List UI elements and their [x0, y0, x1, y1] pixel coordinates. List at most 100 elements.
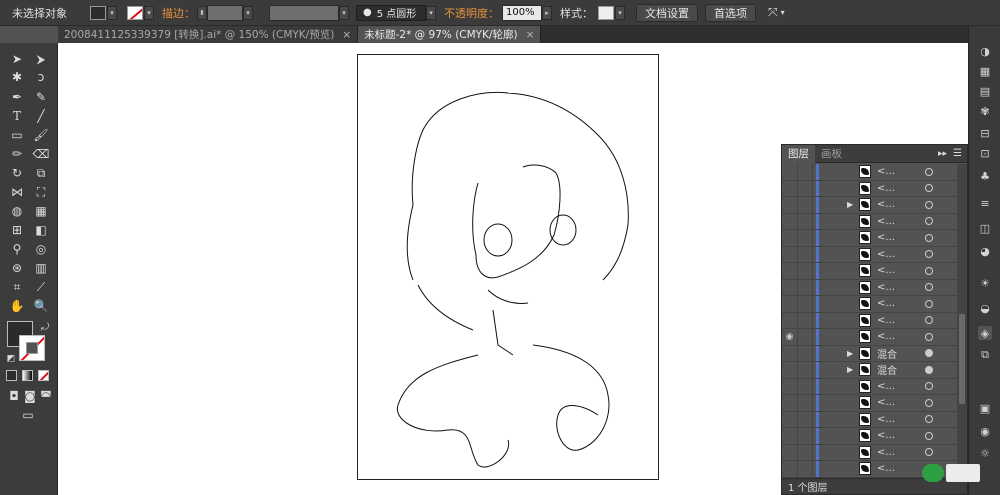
- target-circle-icon[interactable]: [925, 398, 933, 407]
- draw-normal-icon[interactable]: ◘: [6, 388, 22, 404]
- visibility-toggle-icon[interactable]: [782, 197, 798, 213]
- visibility-toggle-icon[interactable]: [782, 246, 798, 262]
- graphic-style-swatch[interactable]: [598, 5, 614, 20]
- visibility-toggle-icon[interactable]: [782, 279, 798, 295]
- layer-name[interactable]: <...: [877, 183, 921, 194]
- gradient-tool-icon[interactable]: ◧: [33, 222, 49, 238]
- visibility-toggle-icon[interactable]: [782, 362, 798, 378]
- align-icon[interactable]: ⊟: [978, 126, 992, 140]
- pen-tool-icon[interactable]: ✒: [9, 89, 25, 105]
- target-circle-icon[interactable]: [925, 332, 933, 341]
- layer-name[interactable]: <...: [877, 463, 921, 474]
- line-tool-icon[interactable]: ╱: [33, 108, 49, 124]
- artboard[interactable]: [357, 54, 659, 480]
- fill-swatch[interactable]: [90, 5, 106, 20]
- symbol-sprayer-icon[interactable]: ⊛: [9, 260, 25, 276]
- draw-behind-icon[interactable]: ◙: [22, 388, 38, 404]
- arrange-documents-icon[interactable]: ⤧: [768, 5, 778, 20]
- layer-row[interactable]: <...: [782, 428, 957, 445]
- visibility-toggle-icon[interactable]: [782, 411, 798, 427]
- layer-name[interactable]: <...: [877, 265, 921, 276]
- close-icon[interactable]: ×: [342, 29, 351, 41]
- layer-name[interactable]: <...: [877, 381, 921, 392]
- transparency-icon[interactable]: ◕: [978, 244, 992, 258]
- target-circle-icon[interactable]: [925, 250, 933, 259]
- target-circle-icon[interactable]: [925, 217, 933, 226]
- lock-toggle[interactable]: [798, 164, 813, 180]
- screen-mode-icon[interactable]: ▭: [18, 407, 38, 423]
- tab-layers[interactable]: 图层: [782, 144, 815, 163]
- stroke-panel-icon[interactable]: ≡: [978, 196, 992, 210]
- layer-row[interactable]: ▶ 混合: [782, 362, 957, 379]
- type-tool-icon[interactable]: T: [9, 108, 25, 124]
- blend-tool-icon[interactable]: ◎: [33, 241, 49, 257]
- visibility-toggle-icon[interactable]: [782, 164, 798, 180]
- layer-row[interactable]: <...: [782, 444, 957, 461]
- layer-name[interactable]: <...: [877, 298, 921, 309]
- gradient-mode-icon[interactable]: [22, 370, 33, 381]
- stroke-color-box[interactable]: [19, 335, 45, 361]
- pencil-icon[interactable]: ✏: [9, 146, 25, 162]
- rotate-tool-icon[interactable]: ↻: [9, 165, 25, 181]
- layer-row[interactable]: <...: [782, 230, 957, 247]
- opacity-field[interactable]: 100%: [502, 4, 542, 21]
- gradient-panel-icon[interactable]: ◫: [978, 221, 992, 235]
- target-circle-icon[interactable]: [925, 299, 933, 308]
- curvature-tool-icon[interactable]: ✎: [33, 89, 49, 105]
- direct-selection-tool-icon[interactable]: ⮞: [33, 51, 49, 67]
- target-circle-icon[interactable]: [925, 184, 933, 193]
- visibility-toggle-icon[interactable]: [782, 296, 798, 312]
- layer-row[interactable]: ▶ 混合: [782, 345, 957, 362]
- stroke-none-swatch[interactable]: [127, 5, 143, 20]
- appearance-icon[interactable]: ☀: [978, 276, 992, 290]
- document-setup-button[interactable]: 文档设置: [636, 3, 698, 22]
- layer-row[interactable]: <...: [782, 213, 957, 230]
- eyedropper-icon[interactable]: ⚲: [9, 241, 25, 257]
- layer-row[interactable]: <...: [782, 263, 957, 280]
- layer-name[interactable]: 混合: [877, 362, 921, 377]
- lock-toggle[interactable]: [798, 263, 813, 279]
- lock-toggle[interactable]: [798, 444, 813, 460]
- target-circle-icon[interactable]: [925, 200, 933, 209]
- mesh-tool-icon[interactable]: ⊞: [9, 222, 25, 238]
- arrange-dropdown-icon[interactable]: ▾: [781, 8, 785, 17]
- none-mode-icon[interactable]: [38, 370, 49, 381]
- tab-artboards[interactable]: 画板: [815, 146, 848, 161]
- layer-row[interactable]: <...: [782, 411, 957, 428]
- stroke-weight-dropdown[interactable]: ▾: [243, 5, 253, 20]
- stroke-dropdown[interactable]: ▾: [144, 5, 154, 20]
- visibility-toggle-icon[interactable]: [782, 461, 798, 477]
- layer-row[interactable]: <...: [782, 378, 957, 395]
- layer-row[interactable]: <...: [782, 164, 957, 181]
- preferences-button[interactable]: 首选项: [705, 3, 756, 22]
- visibility-toggle-icon[interactable]: [782, 345, 798, 361]
- column-graph-icon[interactable]: ▥: [33, 260, 49, 276]
- brush-dropdown[interactable]: ▾: [426, 5, 436, 20]
- layer-row[interactable]: ◉ <...: [782, 329, 957, 346]
- perspective-grid-icon[interactable]: ▦: [33, 203, 49, 219]
- free-transform-icon[interactable]: ⛶: [33, 184, 49, 200]
- lasso-icon[interactable]: ↄ: [33, 69, 49, 85]
- lock-toggle[interactable]: [798, 345, 813, 361]
- stroke-label[interactable]: 描边：: [162, 5, 195, 21]
- target-circle-icon[interactable]: [925, 382, 933, 391]
- visibility-toggle-icon[interactable]: [782, 213, 798, 229]
- target-circle-icon[interactable]: [925, 233, 933, 242]
- zoom-tool-icon[interactable]: 🔍: [33, 298, 49, 314]
- artboards-icon[interactable]: ⧉: [978, 348, 992, 362]
- stroke-weight-field[interactable]: [207, 4, 243, 21]
- transform-icon[interactable]: ▣: [978, 401, 992, 415]
- swap-fill-stroke-icon[interactable]: ⤾: [37, 319, 53, 335]
- artboard-tool-icon[interactable]: ⌗: [9, 279, 25, 295]
- pathfinder-icon[interactable]: ⊡: [978, 146, 992, 160]
- variable-width-dropdown[interactable]: ▾: [339, 5, 349, 20]
- network-monitor-icon[interactable]: [922, 464, 944, 482]
- layer-name[interactable]: <...: [877, 430, 921, 441]
- tab-document-2[interactable]: 未标题-2* @ 97% (CMYK/轮廓) ×: [358, 26, 542, 43]
- expand-arrow-icon[interactable]: ▶: [847, 200, 859, 209]
- target-circle-icon[interactable]: [925, 316, 933, 325]
- lock-toggle[interactable]: [798, 378, 813, 394]
- panel-options-icon[interactable]: ☰: [953, 148, 962, 159]
- target-circle-icon[interactable]: [925, 266, 933, 275]
- lock-toggle[interactable]: [798, 180, 813, 196]
